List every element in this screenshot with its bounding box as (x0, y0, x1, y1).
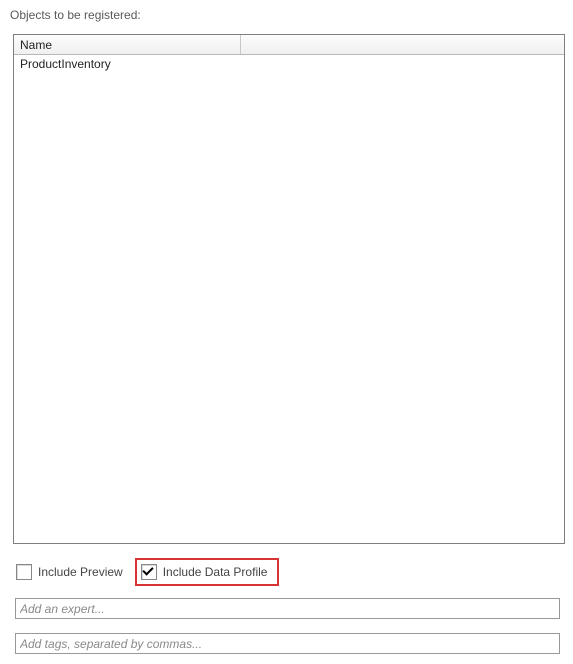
options-row: Include Preview Include Data Profile (16, 558, 565, 586)
include-data-profile-highlight: Include Data Profile (135, 558, 280, 586)
objects-registration-panel: Objects to be registered: Name ProductIn… (0, 0, 573, 664)
include-preview-checkbox[interactable] (16, 564, 32, 580)
include-data-profile-checkbox[interactable] (141, 564, 157, 580)
column-header-spacer (241, 35, 564, 54)
include-preview-label: Include Preview (38, 565, 123, 579)
include-data-profile-label: Include Data Profile (163, 565, 268, 579)
table-body: ProductInventory (14, 55, 564, 543)
column-header-name[interactable]: Name (14, 35, 241, 54)
table-header: Name (14, 35, 564, 55)
expert-input[interactable] (15, 598, 560, 619)
cell-name: ProductInventory (20, 57, 111, 71)
tags-input[interactable] (15, 633, 560, 654)
panel-title: Objects to be registered: (10, 8, 565, 22)
table-row[interactable]: ProductInventory (14, 55, 564, 73)
include-preview-group[interactable]: Include Preview (16, 564, 123, 580)
objects-table: Name ProductInventory (13, 34, 565, 544)
